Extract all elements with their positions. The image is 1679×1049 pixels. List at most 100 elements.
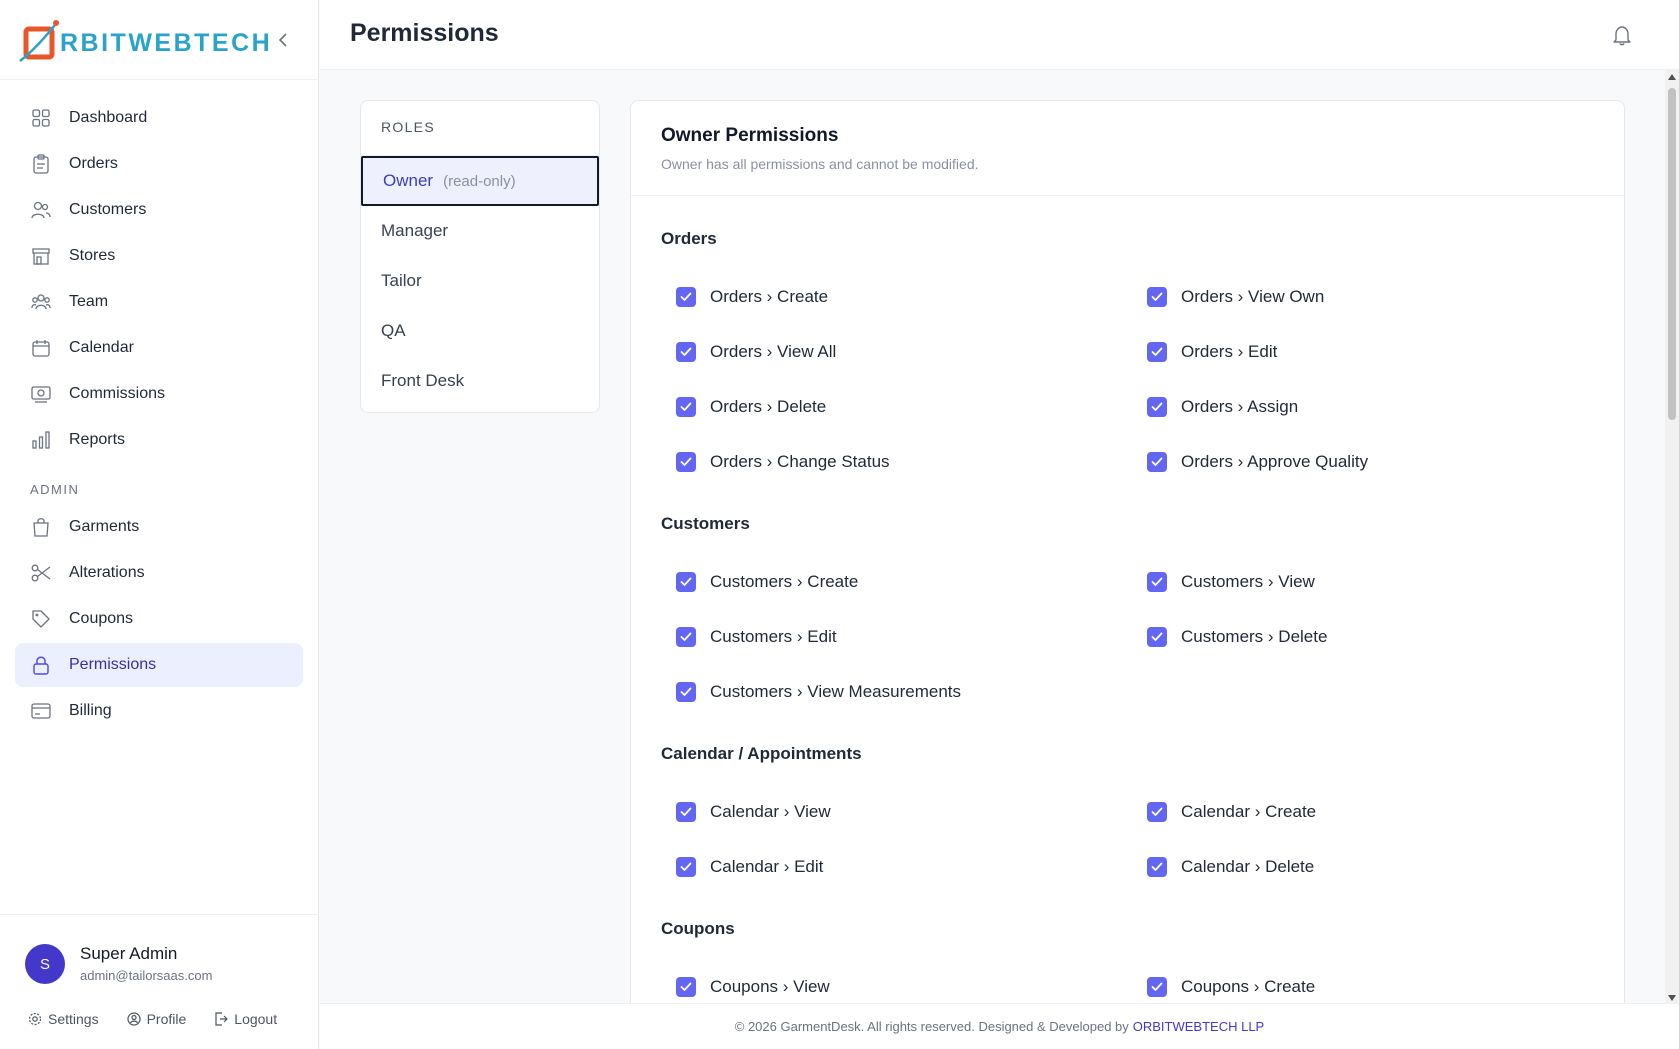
commission-icon xyxy=(31,384,51,404)
checkbox-checked-icon[interactable] xyxy=(676,396,696,417)
checkbox-checked-icon[interactable] xyxy=(1147,451,1167,472)
permission-item: Customers › Create xyxy=(661,554,1132,609)
permission-label: Coupons › View xyxy=(710,976,830,996)
user-name: Super Admin xyxy=(80,944,178,963)
settings-link[interactable]: Settings xyxy=(28,1011,99,1027)
logout-link[interactable]: Logout xyxy=(214,1011,277,1027)
sidebar-item-label: Billing xyxy=(69,702,112,719)
permission-label: Customers › Delete xyxy=(1181,626,1328,646)
permission-label: Orders › View Own xyxy=(1181,286,1325,306)
roles-panel: ROLES Owner (read-only) Manager Tailor Q… xyxy=(360,100,600,413)
checkbox-checked-icon[interactable] xyxy=(676,681,696,702)
checkbox-checked-icon[interactable] xyxy=(676,626,696,647)
sidebar-item-stores[interactable]: Stores xyxy=(15,234,303,278)
role-label: QA xyxy=(381,321,406,340)
permission-item: Orders › Delete xyxy=(661,379,1132,434)
checkbox-checked-icon[interactable] xyxy=(676,286,696,307)
store-icon xyxy=(31,246,51,266)
permission-label: Calendar › Edit xyxy=(710,856,824,876)
checkbox-checked-icon[interactable] xyxy=(676,571,696,592)
sidebar-item-permissions[interactable]: Permissions xyxy=(15,643,303,687)
permission-label: Calendar › View xyxy=(710,801,831,821)
checkbox-checked-icon[interactable] xyxy=(1147,286,1167,307)
bell-icon[interactable] xyxy=(1611,24,1633,46)
sidebar-item-billing[interactable]: Billing xyxy=(15,689,303,733)
role-owner[interactable]: Owner (read-only) xyxy=(361,156,599,206)
permission-groups: Orders Orders › Create Orders › View Own Or… xyxy=(631,229,1624,1009)
lock-icon xyxy=(31,655,51,675)
permission-grid: Calendar › View Calendar › Create Calendar… xyxy=(661,784,1594,894)
permission-label: Customers › Create xyxy=(710,571,859,591)
role-note: (read-only) xyxy=(443,172,516,190)
checkbox-checked-icon[interactable] xyxy=(676,451,696,472)
sidebar-item-alterations[interactable]: Alterations xyxy=(15,551,303,595)
sidebar-item-label: Alterations xyxy=(69,564,145,581)
scrollbar[interactable] xyxy=(1665,70,1679,1005)
brand[interactable]: RBITWEBTECH xyxy=(0,0,318,80)
permission-item: Calendar › Edit xyxy=(661,839,1132,894)
checkbox-checked-icon[interactable] xyxy=(1147,626,1167,647)
logout-icon xyxy=(215,1012,229,1026)
admin-section-label: ADMIN xyxy=(30,482,80,497)
role-qa[interactable]: QA xyxy=(361,306,599,356)
sidebar-item-team[interactable]: Team xyxy=(15,280,303,324)
permission-item: Orders › Approve Quality xyxy=(1132,434,1603,489)
permission-label: Orders › Assign xyxy=(1181,396,1299,416)
permission-item: Customers › Edit xyxy=(661,609,1132,664)
sidebar-item-label: Commissions xyxy=(69,385,166,402)
footer: © 2026 GarmentDesk. All rights reserved.… xyxy=(320,1003,1679,1049)
sidebar-item-calendar[interactable]: Calendar xyxy=(15,326,303,370)
sidebar-item-label: Stores xyxy=(69,247,116,264)
collapse-sidebar-button[interactable] xyxy=(274,28,292,52)
sidebar: RBITWEBTECH Dashboard Orders Customers S… xyxy=(0,0,319,1049)
credit-card-icon xyxy=(31,701,51,721)
permissions-panel: Owner Permissions Owner has all permissi… xyxy=(630,100,1625,1010)
sidebar-item-label: Calendar xyxy=(69,339,134,356)
tag-icon xyxy=(31,609,51,629)
permission-grid: Customers › Create Customers › View Custom… xyxy=(661,554,1594,719)
checkbox-checked-icon[interactable] xyxy=(676,341,696,362)
scroll-up-icon[interactable] xyxy=(1668,74,1676,80)
sidebar-item-label: Garments xyxy=(69,518,140,535)
sidebar-item-garments[interactable]: Garments xyxy=(15,505,303,549)
checkbox-checked-icon[interactable] xyxy=(676,801,696,822)
permission-label: Customers › Edit xyxy=(710,626,837,646)
permission-label: Customers › View xyxy=(1181,571,1315,591)
avatar[interactable]: S xyxy=(25,944,65,984)
checkbox-checked-icon[interactable] xyxy=(1147,976,1167,997)
sidebar-item-customers[interactable]: Customers xyxy=(15,188,303,232)
role-front-desk[interactable]: Front Desk xyxy=(361,356,599,406)
team-icon xyxy=(31,292,51,312)
checkbox-checked-icon[interactable] xyxy=(676,976,696,997)
scroll-thumb[interactable] xyxy=(1668,88,1676,420)
users-icon xyxy=(31,200,51,220)
checkbox-checked-icon[interactable] xyxy=(676,856,696,877)
sidebar-item-commissions[interactable]: Commissions xyxy=(15,372,303,416)
bar-chart-icon xyxy=(31,430,51,450)
sidebar-item-label: Customers xyxy=(69,201,147,218)
permission-label: Orders › Change Status xyxy=(710,451,890,471)
permission-group: Coupons Coupons › View Coupons › Create xyxy=(631,919,1624,1009)
main-nav: Dashboard Orders Customers Stores Team C… xyxy=(0,80,318,733)
roles-title: ROLES xyxy=(361,101,599,156)
sidebar-item-orders[interactable]: Orders xyxy=(15,142,303,186)
scroll-down-icon[interactable] xyxy=(1668,995,1676,1001)
permission-item: Orders › View All xyxy=(661,324,1132,379)
checkbox-checked-icon[interactable] xyxy=(1147,571,1167,592)
role-manager[interactable]: Manager xyxy=(361,206,599,256)
brand-name: RBITWEBTECH xyxy=(60,29,273,57)
checkbox-checked-icon[interactable] xyxy=(1147,341,1167,362)
permission-group: Customers Customers › Create Customers › V… xyxy=(631,514,1624,719)
permission-item: Orders › Create xyxy=(661,269,1132,324)
profile-link[interactable]: Profile xyxy=(126,1011,186,1027)
permission-item: Orders › View Own xyxy=(1132,269,1603,324)
sidebar-item-dashboard[interactable]: Dashboard xyxy=(15,96,303,140)
checkbox-checked-icon[interactable] xyxy=(1147,396,1167,417)
sidebar-item-reports[interactable]: Reports xyxy=(15,418,303,462)
sidebar-item-coupons[interactable]: Coupons xyxy=(15,597,303,641)
checkbox-checked-icon[interactable] xyxy=(1147,856,1167,877)
role-tailor[interactable]: Tailor xyxy=(361,256,599,306)
checkbox-checked-icon[interactable] xyxy=(1147,801,1167,822)
footer-link[interactable]: ORBITWEBTECH LLP xyxy=(1133,1019,1264,1034)
permission-item: Calendar › Create xyxy=(1132,784,1603,839)
